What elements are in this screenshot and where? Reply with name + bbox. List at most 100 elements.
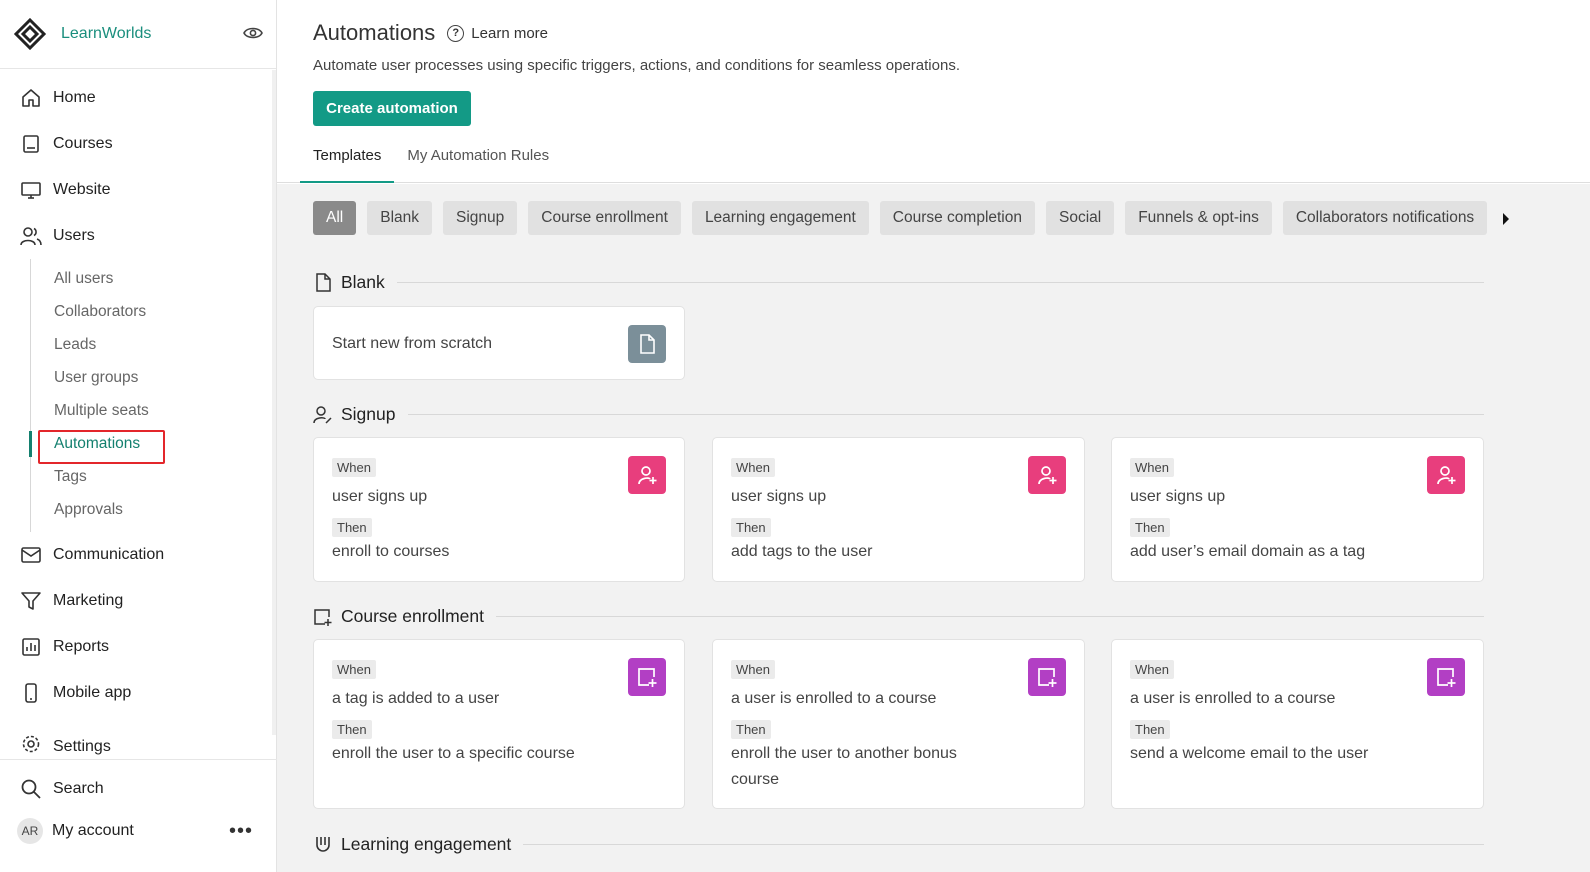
trigger-text: a user is enrolled to a course	[1130, 690, 1336, 707]
then-tag: Then	[332, 518, 372, 537]
filter-blank[interactable]: Blank	[367, 201, 433, 235]
filter-course-enrollment[interactable]: Course enrollment	[528, 201, 681, 235]
filter-signup[interactable]: Signup	[443, 201, 518, 235]
template-card[interactable]: When user signs up Then add user’s email…	[1111, 437, 1484, 582]
template-card[interactable]: When a user is enrolled to a course Then…	[712, 639, 1085, 809]
trigger-text: user signs up	[332, 488, 428, 505]
filter-learning-engagement[interactable]: Learning engagement	[691, 201, 869, 235]
book-icon	[19, 132, 43, 156]
tabs: Templates My Automation Rules	[300, 147, 562, 183]
then-tag: Then	[731, 720, 771, 739]
section-blank-title: Blank	[341, 272, 385, 292]
enroll-plus-icon	[1427, 658, 1465, 696]
nav-home-label: Home	[53, 89, 96, 106]
action-text: send a welcome email to the user	[1130, 745, 1369, 762]
subnav-leads[interactable]: Leads	[54, 328, 270, 361]
users-subnav: All users Collaborators Leads User group…	[29, 259, 270, 532]
tab-my-automation-rules[interactable]: My Automation Rules	[394, 147, 562, 183]
search-icon	[19, 777, 43, 801]
blank-template-card[interactable]: Start new from scratch	[313, 306, 685, 380]
subnav-user-groups[interactable]: User groups	[54, 361, 270, 394]
nav-website-label: Website	[53, 181, 111, 198]
filter-course-completion[interactable]: Course completion	[879, 201, 1035, 235]
divider	[523, 844, 1484, 845]
learn-more-link[interactable]: ? Learn more	[447, 24, 548, 42]
filter-funnels[interactable]: Funnels & opt-ins	[1125, 201, 1272, 235]
section-learning-engagement: Learning engagement	[313, 834, 1484, 855]
subnav-collaborators[interactable]: Collaborators	[54, 295, 270, 328]
create-automation-button[interactable]: Create automation	[313, 91, 471, 126]
avatar: AR	[17, 818, 43, 844]
template-card[interactable]: When user signs up Then enroll to course…	[313, 437, 685, 582]
file-icon	[313, 273, 333, 293]
brand-header: LearnWorlds	[0, 0, 276, 69]
title-row: Automations ? Learn more	[313, 20, 548, 46]
monitor-icon	[19, 178, 43, 202]
enroll-plus-icon	[1028, 658, 1066, 696]
subnav-approvals[interactable]: Approvals	[54, 493, 270, 526]
eye-icon[interactable]	[242, 22, 264, 44]
enroll-plus-icon	[628, 658, 666, 696]
nav-settings[interactable]: Settings	[0, 716, 270, 756]
user-plus-icon	[1028, 456, 1066, 494]
action-text: add tags to the user	[731, 543, 873, 560]
sidebar-bottom: Search AR My account •••	[0, 759, 277, 852]
gear-icon	[19, 732, 43, 756]
brand-name[interactable]: LearnWorlds	[61, 25, 151, 43]
when-tag: When	[1130, 660, 1174, 679]
nav-reports[interactable]: Reports	[0, 624, 270, 670]
template-card[interactable]: When a tag is added to a user Then enrol…	[313, 639, 685, 809]
tab-templates[interactable]: Templates	[300, 147, 395, 183]
action-text: enroll the user to another bonus course	[731, 745, 957, 788]
account-button[interactable]: AR My account •••	[0, 810, 277, 852]
template-card[interactable]: When user signs up Then add tags to the …	[712, 437, 1085, 582]
logo-icon[interactable]	[14, 18, 46, 50]
nav-users[interactable]: Users	[0, 213, 270, 259]
mail-icon	[19, 543, 43, 567]
nav-mobile-app-label: Mobile app	[53, 684, 132, 701]
sidebar-scrollbar[interactable]	[272, 70, 276, 735]
section-blank: Blank	[313, 272, 1484, 293]
templates-content: All Blank Signup Course enrollment Learn…	[277, 184, 1590, 872]
page-header: Automations ? Learn more Automate user p…	[277, 0, 1590, 183]
then-tag: Then	[1130, 720, 1170, 739]
nav-marketing[interactable]: Marketing	[0, 578, 270, 624]
user-plus-icon	[1427, 456, 1465, 494]
subnav-all-users[interactable]: All users	[54, 262, 270, 295]
nav-home[interactable]: Home	[0, 75, 270, 121]
section-course-enrollment: Course enrollment	[313, 606, 1484, 627]
filter-social[interactable]: Social	[1046, 201, 1115, 235]
nav-communication[interactable]: Communication	[0, 532, 270, 578]
nav-users-label: Users	[53, 227, 95, 244]
nav-communication-label: Communication	[53, 546, 165, 563]
divider	[407, 414, 1484, 415]
phone-icon	[19, 681, 43, 705]
scroll-right-icon[interactable]	[1502, 212, 1512, 225]
search-label: Search	[53, 780, 104, 797]
home-icon	[19, 86, 43, 110]
funnel-icon	[19, 589, 43, 613]
nav-courses[interactable]: Courses	[0, 121, 270, 167]
user-edit-icon	[313, 405, 333, 425]
users-icon	[19, 224, 43, 248]
when-tag: When	[1130, 458, 1174, 477]
main-nav: Home Courses Website Users All users Col…	[0, 75, 270, 756]
subnav-tags[interactable]: Tags	[54, 460, 270, 493]
template-card[interactable]: When a user is enrolled to a course Then…	[1111, 639, 1484, 809]
action-text: enroll to courses	[332, 543, 450, 560]
search-button[interactable]: Search	[0, 768, 277, 810]
nav-mobile-app[interactable]: Mobile app	[0, 670, 270, 716]
nav-website[interactable]: Website	[0, 167, 270, 213]
filter-all[interactable]: All	[313, 201, 357, 235]
page-title: Automations	[313, 20, 436, 45]
divider	[495, 616, 1484, 617]
filter-collaborators-notifications[interactable]: Collaborators notifications	[1282, 201, 1488, 235]
when-tag: When	[731, 458, 775, 477]
more-icon[interactable]: •••	[229, 820, 253, 843]
subnav-multiple-seats[interactable]: Multiple seats	[54, 394, 270, 427]
sidebar: LearnWorlds Home Courses Website Users A…	[0, 0, 277, 872]
help-icon: ?	[447, 24, 465, 42]
user-plus-icon	[628, 456, 666, 494]
main-area: Automations ? Learn more Automate user p…	[277, 0, 1590, 872]
section-signup: Signup	[313, 404, 1484, 425]
